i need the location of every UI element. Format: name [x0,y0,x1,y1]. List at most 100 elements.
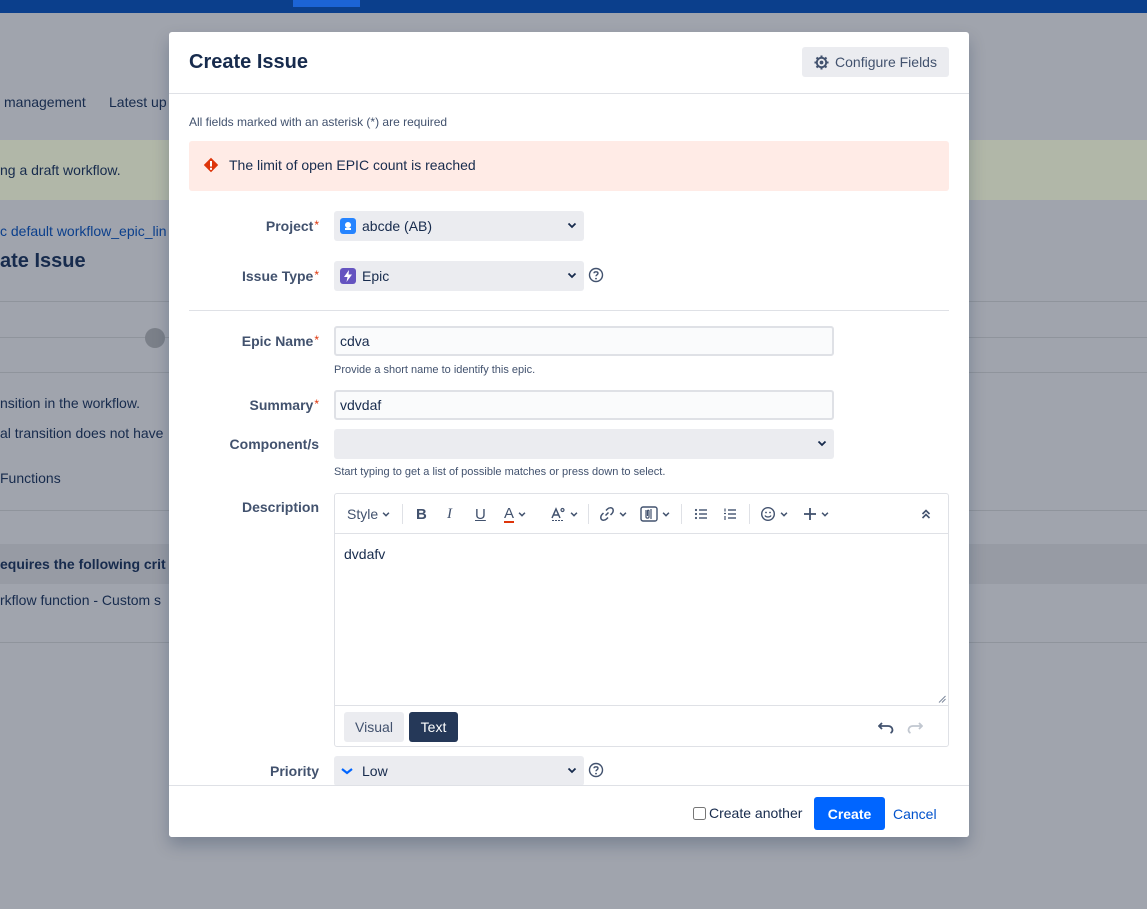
bold-button[interactable]: B [416,502,427,526]
numbered-list-icon [724,508,736,520]
style-dropdown[interactable]: Style [347,502,391,526]
epic-name-label: Epic Name* [241,333,319,349]
chevron-down-icon [567,767,577,774]
text-mode-tab[interactable]: Text [409,712,458,742]
active-nav-tab[interactable] [293,0,360,7]
link-dropdown[interactable] [599,502,628,526]
required-fields-note: All fields marked with an asterisk (*) a… [189,115,448,129]
help-icon[interactable] [588,267,604,283]
chevron-down-icon [662,512,670,517]
summary-input[interactable] [334,390,834,420]
create-button[interactable]: Create [814,797,885,830]
project-value: abcde (AB) [362,218,433,234]
project-select[interactable]: abcde (AB) [334,211,584,241]
top-navigation-bar [0,0,1147,13]
chevron-double-up-icon [921,509,931,519]
description-label: Description [241,499,319,515]
create-another-checkbox-label[interactable]: Create another [693,805,802,821]
priority-low-icon [341,768,353,775]
gear-icon [814,54,829,70]
bg-nav-latest: Latest up [109,94,167,110]
text-format-icon [551,507,565,521]
underline-icon: U [475,505,486,523]
create-another-text: Create another [709,805,803,821]
epic-name-input[interactable] [334,326,834,356]
collapse-toolbar-button[interactable] [920,502,932,526]
issue-type-label: Issue Type* [242,268,319,284]
chevron-down-icon [567,272,577,279]
description-editor: Style B I U A dvdafv Visual Text [334,493,949,747]
project-avatar-icon [340,218,356,234]
description-content: dvdafv [344,546,386,562]
undo-icon[interactable] [878,720,894,734]
create-another-checkbox[interactable] [693,806,706,820]
italic-icon: I [447,505,452,522]
chevron-down-icon [570,512,578,517]
issue-type-value: Epic [362,268,390,284]
dialog-footer: Create another Create Cancel [169,785,969,837]
italic-button[interactable]: I [447,502,452,526]
visual-mode-tab[interactable]: Visual [344,712,404,742]
priority-value: Low [362,763,388,779]
configure-fields-label: Configure Fields [835,54,937,70]
required-marker: * [314,397,319,411]
bg-step-dot [145,328,165,348]
components-select[interactable] [334,429,834,459]
components-label: Component/s [229,436,319,452]
toolbar-separator [749,504,750,524]
bg-workflow-function: rkflow function - Custom s [0,592,162,608]
attachment-icon [640,506,658,522]
toolbar-separator [588,504,589,524]
dialog-header: Create Issue Configure Fields [169,32,969,94]
redo-icon[interactable] [907,720,923,734]
bg-transition-text-2: al transition does not have [0,425,164,441]
bg-page-title: ate Issue [0,250,86,272]
chevron-down-icon [518,512,526,517]
chevron-down-icon [817,440,827,447]
components-hint: Start typing to get a list of possible m… [334,466,666,478]
required-marker: * [314,333,319,347]
insert-more-dropdown[interactable] [803,502,830,526]
epic-lightning-icon [340,268,356,284]
cancel-link[interactable]: Cancel [893,806,937,822]
configure-fields-button[interactable]: Configure Fields [802,47,949,77]
chevron-down-icon [619,512,627,517]
bullet-list-button[interactable] [693,502,709,526]
description-text-area[interactable]: dvdafv [335,535,948,706]
error-text: The limit of open EPIC count is reached [229,157,476,173]
underline-button[interactable]: U [475,502,486,526]
help-icon[interactable] [588,762,604,778]
resize-handle-icon[interactable] [938,695,946,703]
epic-name-hint: Provide a short name to identify this ep… [334,364,536,376]
attachment-dropdown[interactable] [640,502,671,526]
dialog-title: Create Issue [189,51,308,73]
required-marker: * [314,218,319,232]
numbered-list-button[interactable] [722,502,738,526]
priority-select[interactable]: Low [334,756,584,786]
style-label: Style [347,506,379,522]
toolbar-separator [402,504,403,524]
bg-transition-text: nsition in the workflow. [0,395,141,411]
text-color-icon: A [504,504,515,523]
bg-functions-label: Functions [0,470,61,486]
required-marker: * [314,268,319,282]
error-message: The limit of open EPIC count is reached [189,141,949,191]
bg-nav-management: management [4,94,86,110]
more-formatting-dropdown[interactable] [550,502,579,526]
chevron-down-icon [567,222,577,229]
toolbar-separator [681,504,682,524]
chevron-down-icon [821,512,829,517]
bold-icon: B [416,505,427,523]
emoji-dropdown[interactable] [760,502,789,526]
issue-type-select[interactable]: Epic [334,261,584,291]
project-label: Project* [265,218,319,234]
create-issue-dialog: Create Issue Configure Fields All fields… [169,32,969,837]
plus-icon [804,508,816,520]
summary-label: Summary* [249,397,319,413]
link-icon [600,507,614,521]
section-divider [189,310,949,311]
bg-breadcrumb: c default workflow_epic_lin [0,223,167,239]
priority-label: Priority [269,763,319,779]
text-color-dropdown[interactable]: A [504,502,527,526]
emoji-icon [760,506,776,522]
